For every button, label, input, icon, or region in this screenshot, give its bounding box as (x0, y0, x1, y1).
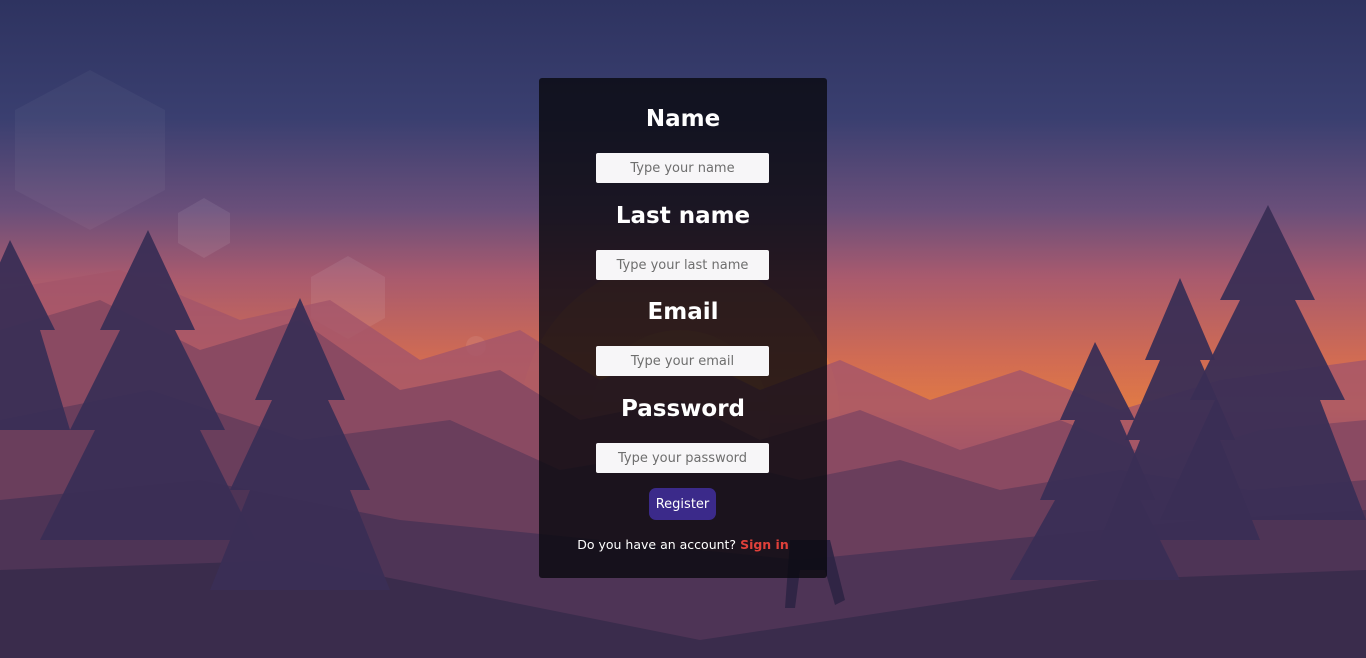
last-name-input[interactable] (596, 250, 769, 280)
register-button[interactable]: Register (649, 488, 716, 520)
last-name-label: Last name (615, 203, 751, 229)
password-input[interactable] (596, 443, 769, 473)
password-label: Password (621, 396, 745, 422)
name-input[interactable] (596, 153, 769, 183)
name-label: Name (645, 106, 721, 132)
sign-in-link[interactable]: Sign in (740, 537, 789, 552)
account-prompt-text: Do you have an account? (577, 537, 737, 552)
register-card: Name Last name Email Password Register D… (539, 78, 827, 578)
email-label: Email (647, 299, 719, 325)
email-input[interactable] (596, 346, 769, 376)
account-prompt-row: Do you have an account? Sign in (539, 537, 827, 552)
